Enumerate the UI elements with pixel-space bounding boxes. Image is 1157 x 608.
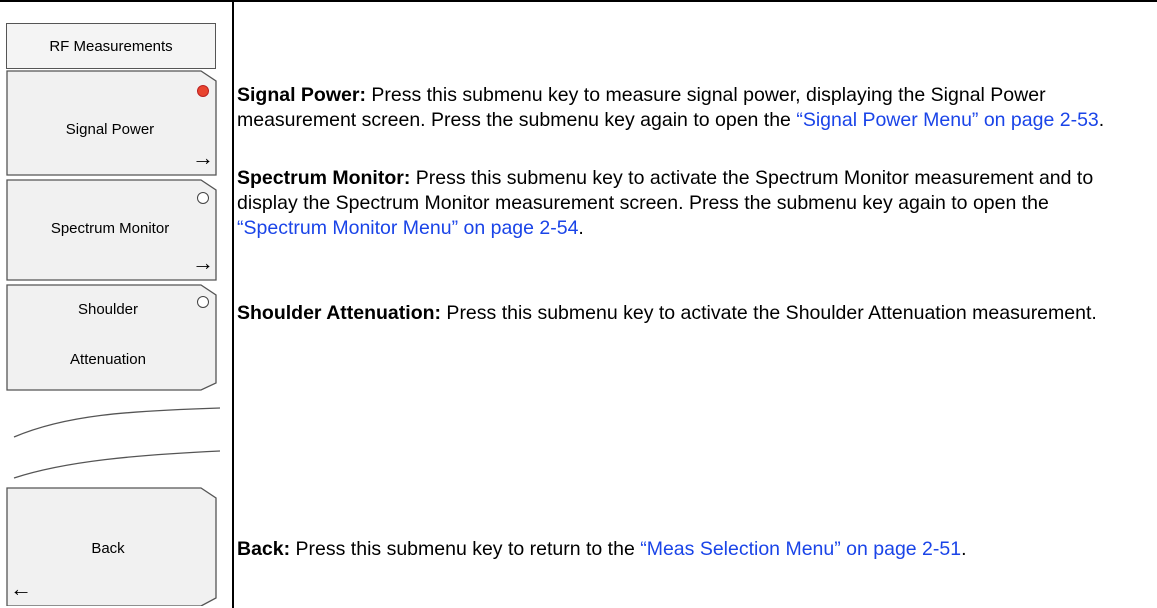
column-divider	[232, 0, 234, 608]
back-key-label: Back	[91, 540, 125, 557]
spectrum-monitor-end: .	[578, 217, 584, 239]
signal-power-end: .	[1098, 109, 1105, 131]
soft-key-menu: RF Measurements Signal Power → Spectrum …	[6, 23, 220, 606]
break-wave-upper	[13, 407, 220, 438]
back-text: Press this submenu key to return to the	[290, 538, 641, 560]
shoulder-attenuation-description: Shoulder Attenuation: Press this submenu…	[237, 301, 1142, 326]
right-arrow-icon: →	[192, 250, 214, 275]
signal-power-term: Signal Power:	[237, 84, 366, 106]
active-indicator-icon	[197, 85, 209, 97]
shoulder-attenuation-key[interactable]: Shoulder Attenuation	[6, 285, 216, 390]
spectrum-monitor-term: Spectrum Monitor:	[237, 167, 411, 189]
shoulder-attenuation-text: Press this submenu key to activate the S…	[441, 302, 1097, 324]
signal-power-menu-link[interactable]: “Signal Power Menu” on page 2-53	[796, 109, 1098, 131]
signal-power-key-label: Signal Power	[65, 121, 155, 138]
menu-title: RF Measurements	[6, 23, 216, 69]
spectrum-monitor-key[interactable]: Spectrum Monitor →	[6, 180, 216, 280]
top-rule	[0, 0, 1157, 2]
back-term: Back:	[237, 538, 291, 560]
back-description: Back: Press this submenu key to return t…	[237, 537, 1142, 562]
spectrum-monitor-key-label: Spectrum Monitor	[50, 220, 170, 237]
break-wave-lower	[13, 450, 220, 479]
back-key[interactable]: Back ←	[6, 488, 216, 606]
spectrum-monitor-menu-link[interactable]: “Spectrum Monitor Menu” on page 2-54	[237, 217, 578, 239]
meas-selection-menu-link[interactable]: “Meas Selection Menu” on page 2-51	[640, 538, 961, 560]
back-end: .	[961, 538, 967, 560]
inactive-indicator-icon	[197, 192, 209, 204]
right-arrow-icon: →	[192, 145, 214, 170]
signal-power-description: Signal Power: Press this submenu key to …	[237, 83, 1142, 133]
left-arrow-icon: ←	[10, 576, 32, 601]
shoulder-attenuation-label-line1: Shoulder	[77, 301, 139, 318]
signal-power-key[interactable]: Signal Power →	[6, 71, 216, 175]
shoulder-attenuation-term: Shoulder Attenuation:	[237, 302, 442, 324]
shoulder-attenuation-label-line2: Attenuation	[70, 351, 146, 368]
spectrum-monitor-description: Spectrum Monitor: Press this submenu key…	[237, 166, 1142, 241]
